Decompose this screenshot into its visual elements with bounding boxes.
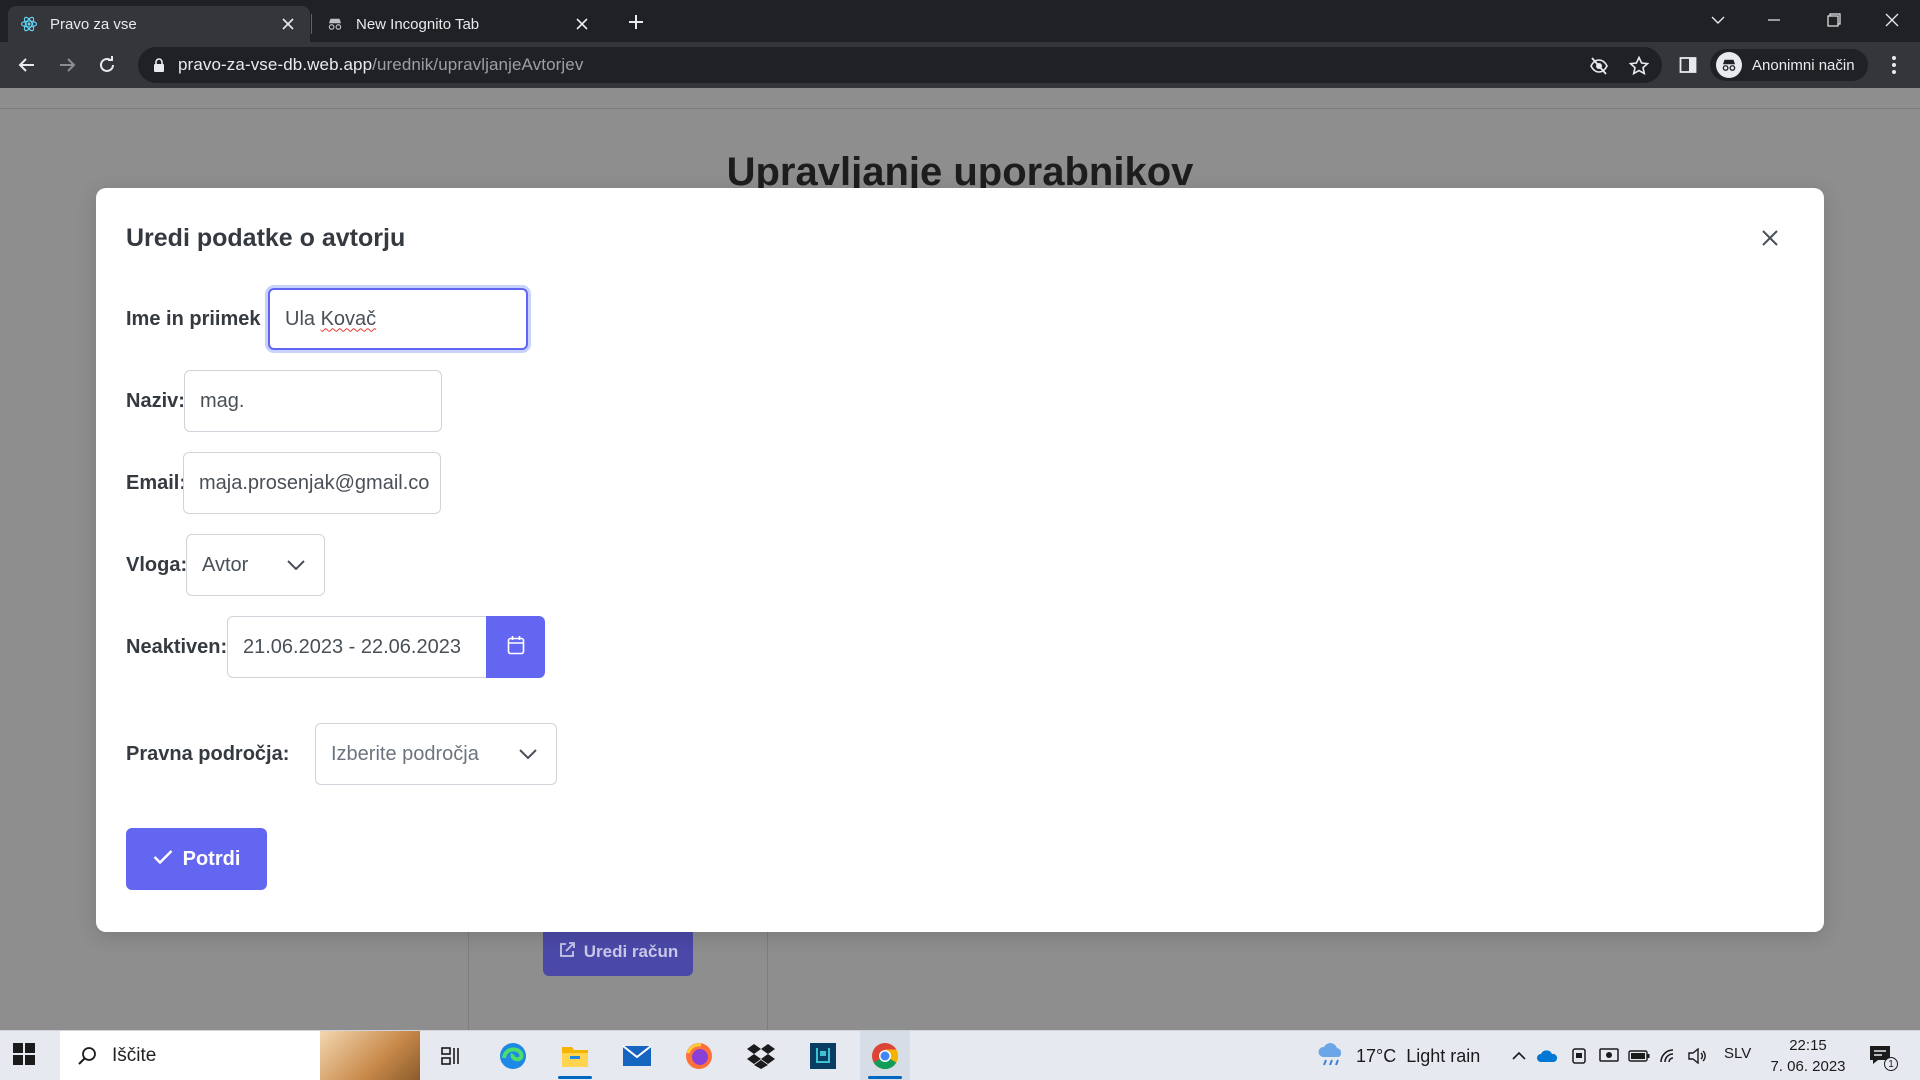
chevron-up-icon[interactable] — [1508, 1045, 1530, 1067]
search-highlight-image — [320, 1031, 420, 1080]
incognito-icon — [326, 15, 344, 33]
legal-areas-label: Pravna področja: — [126, 743, 290, 765]
eye-slash-icon[interactable] — [1588, 55, 1610, 77]
name-input[interactable]: Ula Kovač — [268, 288, 528, 350]
calendar-icon — [507, 635, 525, 660]
file-explorer-icon[interactable] — [550, 1031, 600, 1080]
tab-title: New Incognito Tab — [356, 15, 480, 33]
wifi-icon[interactable] — [1658, 1045, 1680, 1067]
incognito-avatar-icon — [1716, 52, 1742, 78]
forward-arrow-icon[interactable] — [51, 49, 83, 81]
legal-areas-placeholder: Izberite področja — [331, 742, 479, 765]
email-label: Email: — [126, 472, 187, 494]
blue-app-icon[interactable] — [798, 1031, 848, 1080]
notification-icon[interactable]: 1 — [1868, 1043, 1898, 1071]
back-arrow-icon[interactable] — [11, 49, 43, 81]
minimize-window-button[interactable] — [1746, 0, 1802, 40]
weather-description: Light rain — [1406, 1045, 1481, 1066]
title-input[interactable]: mag. — [184, 370, 442, 432]
tab-title: Pravo za vse — [50, 15, 137, 33]
browser-toolbar: pravo-za-vse-db.web.app/urednik/upravlja… — [0, 42, 1920, 88]
external-edit-icon — [558, 941, 576, 964]
weather-widget[interactable]: 17°C Light rain — [1316, 1041, 1480, 1071]
confirm-label: Potrdi — [182, 847, 241, 870]
browser-tab-strip: Pravo za vse New Incognito Tab — [0, 0, 1920, 42]
email-value: maja.prosenjak@gmail.co — [199, 471, 430, 494]
system-clock[interactable]: 22:15 7. 06. 2023 — [1768, 1035, 1848, 1077]
weather-temperature: 17°C — [1356, 1045, 1397, 1066]
side-panel-icon[interactable] — [1672, 49, 1704, 81]
battery-icon[interactable] — [1628, 1045, 1650, 1067]
url-path: /urednik/upravljanjeAvtorjev — [372, 55, 584, 74]
lock-icon[interactable] — [150, 56, 168, 74]
calendar-button[interactable] — [486, 616, 545, 678]
profile-label: Anonimni način — [1752, 56, 1855, 74]
firefox-icon[interactable] — [674, 1031, 724, 1080]
role-label: Vloga: — [126, 554, 188, 576]
windows-start-icon[interactable] — [12, 1042, 40, 1070]
dialog-title: Uredi podatke o avtorju — [126, 224, 406, 252]
react-favicon-icon — [20, 15, 38, 33]
dropbox-icon[interactable] — [736, 1031, 786, 1080]
device-icon[interactable] — [1568, 1045, 1590, 1067]
volume-icon[interactable] — [1686, 1045, 1708, 1067]
url-text: pravo-za-vse-db.web.app/urednik/upravlja… — [178, 55, 583, 75]
new-tab-button[interactable] — [620, 8, 652, 36]
edit-author-dialog: Uredi podatke o avtorju Ime in priimek U… — [96, 188, 1824, 932]
task-view-icon[interactable] — [426, 1031, 476, 1080]
address-bar[interactable]: pravo-za-vse-db.web.app/urednik/upravlja… — [138, 47, 1662, 83]
search-placeholder: Iščite — [112, 1045, 157, 1066]
legal-areas-multiselect[interactable]: Izberite področja — [315, 723, 557, 785]
chevron-down-icon — [286, 555, 306, 575]
email-input[interactable]: maja.prosenjak@gmail.co — [183, 452, 441, 514]
search-icon — [76, 1045, 98, 1067]
name-label: Ime in priimek — [126, 308, 261, 330]
title-value: mag. — [200, 389, 245, 412]
onedrive-icon[interactable] — [1536, 1045, 1558, 1067]
taskbar-search-box[interactable]: Iščite — [60, 1031, 420, 1080]
close-tab-icon[interactable] — [572, 14, 592, 34]
role-dropdown[interactable]: Avtor — [186, 534, 325, 596]
title-label: Naziv: — [126, 390, 185, 412]
tab-new-incognito[interactable]: New Incognito Tab — [314, 6, 604, 42]
inactive-label: Neaktiven: — [126, 636, 228, 658]
mail-icon[interactable] — [612, 1031, 662, 1080]
name-first: Ula — [285, 307, 316, 330]
tab-search-chevron-icon[interactable] — [1690, 0, 1746, 40]
close-window-button[interactable] — [1864, 0, 1920, 40]
inactive-date-range-value: 21.06.2023 - 22.06.2023 — [243, 635, 461, 658]
clock-time: 22:15 — [1789, 1037, 1827, 1054]
clock-date: 7. 06. 2023 — [1770, 1058, 1846, 1075]
role-value: Avtor — [202, 553, 249, 576]
edge-browser-icon[interactable] — [488, 1031, 538, 1080]
input-language[interactable]: SLV — [1724, 1045, 1751, 1062]
chrome-icon[interactable] — [860, 1031, 910, 1080]
reload-icon[interactable] — [91, 49, 123, 81]
cloud-rain-icon — [1316, 1041, 1346, 1072]
tab-divider — [311, 14, 312, 34]
browser-menu-icon[interactable] — [1882, 49, 1906, 81]
display-icon[interactable] — [1598, 1045, 1620, 1067]
tab-pravo-za-vse[interactable]: Pravo za vse — [8, 6, 310, 42]
confirm-button[interactable]: Potrdi — [126, 828, 267, 890]
close-tab-icon[interactable] — [278, 14, 298, 34]
close-dialog-icon[interactable] — [1756, 224, 1784, 252]
notification-count: 1 — [1884, 1057, 1898, 1071]
check-icon — [153, 848, 173, 871]
bookmark-star-icon[interactable] — [1628, 55, 1650, 77]
edit-account-button[interactable]: Uredi račun — [543, 928, 693, 976]
inactive-date-range-input[interactable]: 21.06.2023 - 22.06.2023 — [227, 616, 487, 678]
chevron-down-icon — [518, 744, 538, 764]
incognito-profile-chip[interactable]: Anonimni način — [1710, 49, 1868, 81]
navbar-divider — [0, 108, 1920, 109]
url-host: pravo-za-vse-db.web.app — [178, 55, 373, 74]
windows-taskbar: Iščite 17°C Light rain SLV 22:15 7. 06. … — [0, 1030, 1920, 1080]
restore-window-button[interactable] — [1806, 0, 1862, 40]
name-last: Kovač — [320, 307, 377, 330]
edit-account-label: Uredi račun — [583, 942, 679, 961]
